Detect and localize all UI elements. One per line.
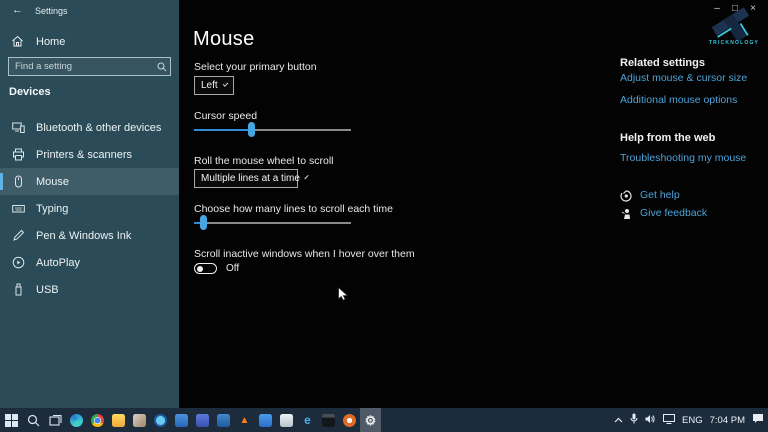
sidebar-item-bluetooth[interactable]: Bluetooth & other devices: [0, 114, 179, 141]
slider-fill: [194, 129, 251, 131]
wheel-scroll-value: Multiple lines at a time: [201, 173, 300, 184]
taskbar-icon-app-beige[interactable]: [129, 408, 150, 432]
lines-to-scroll-label: Choose how many lines to scroll each tim…: [194, 203, 394, 215]
sidebar-section-label: Devices: [9, 86, 51, 98]
taskbar: ▲ e ⚙ ENG 7:04 PM: [0, 408, 768, 432]
get-help-icon: [620, 189, 632, 202]
toggle-state-label: Off: [226, 263, 240, 274]
help-from-web-heading: Help from the web: [620, 132, 716, 144]
titlebar-left: ← Settings: [0, 0, 179, 26]
sidebar-item-autoplay[interactable]: AutoPlay: [0, 249, 179, 276]
sidebar-item-pen[interactable]: Pen & Windows Ink: [0, 222, 179, 249]
sidebar-item-label: USB: [36, 283, 59, 296]
inactive-scroll-label: Scroll inactive windows when I hover ove…: [194, 248, 415, 260]
primary-button-value: Left: [201, 80, 218, 91]
wheel-scroll-label: Roll the mouse wheel to scroll: [194, 155, 334, 167]
settings-main-panel: – □ × TRICKNOLOGY Mouse Select your prim…: [179, 0, 768, 408]
home-label: Home: [36, 36, 66, 48]
toggle-knob: [197, 265, 203, 272]
devices-icon: [12, 121, 25, 134]
screen: ← Settings Home Devices Bluetooth & othe…: [0, 0, 768, 432]
printer-icon: [12, 148, 25, 161]
page-title: Mouse: [193, 28, 255, 50]
taskbar-icon-notepad[interactable]: [276, 408, 297, 432]
microphone-icon[interactable]: [630, 411, 638, 429]
settings-sidebar: ← Settings Home Devices Bluetooth & othe…: [0, 0, 179, 408]
tray-chevron-up-icon[interactable]: [614, 411, 623, 429]
get-help-link[interactable]: Get help: [640, 189, 680, 201]
mouse-pointer-icon: [338, 286, 349, 306]
taskbar-icon-mail[interactable]: [171, 408, 192, 432]
primary-button-label: Select your primary button: [194, 61, 317, 73]
back-icon[interactable]: ←: [12, 4, 23, 16]
slider-track: [194, 222, 351, 224]
taskbar-icon-internet-explorer[interactable]: e: [297, 408, 318, 432]
sidebar-item-label: Typing: [36, 202, 69, 215]
language-indicator[interactable]: ENG: [682, 415, 703, 426]
sidebar-item-printers[interactable]: Printers & scanners: [0, 141, 179, 168]
sidebar-item-label: Mouse: [36, 175, 70, 188]
give-feedback-icon: [620, 207, 632, 219]
home-icon: [11, 35, 24, 53]
inactive-scroll-toggle[interactable]: [194, 263, 217, 274]
troubleshooting-mouse-link[interactable]: Troubleshooting my mouse: [620, 152, 746, 164]
taskbar-icon-vlc[interactable]: ▲: [234, 408, 255, 432]
taskbar-apps: ▲ e ⚙: [66, 408, 381, 432]
taskbar-icon-cmd[interactable]: [318, 408, 339, 432]
adjust-mouse-cursor-size-link[interactable]: Adjust mouse & cursor size: [620, 72, 747, 84]
cursor-speed-label: Cursor speed: [194, 110, 258, 122]
sidebar-item-home[interactable]: Home: [0, 32, 179, 54]
slider-thumb[interactable]: [200, 215, 208, 230]
notification-center-icon[interactable]: [752, 411, 764, 429]
sidebar-nav: Bluetooth & other devices Printers & sca…: [0, 114, 179, 303]
tricknology-brand-text: TRICKNOLOGY: [708, 40, 760, 46]
give-feedback-link[interactable]: Give feedback: [640, 207, 707, 219]
sidebar-item-label: Pen & Windows Ink: [36, 229, 132, 242]
related-settings-heading: Related settings: [620, 57, 705, 69]
sidebar-item-typing[interactable]: Typing: [0, 195, 179, 222]
window-title: Settings: [35, 6, 68, 16]
taskbar-icon-edge[interactable]: [66, 408, 87, 432]
network-icon[interactable]: [663, 411, 676, 429]
taskbar-icon-chrome[interactable]: [87, 408, 108, 432]
taskbar-icon-app-orange[interactable]: [339, 408, 360, 432]
taskbar-icon-movies-tv[interactable]: [192, 408, 213, 432]
taskbar-icon-photos[interactable]: [255, 408, 276, 432]
chevron-down-icon: [304, 174, 309, 180]
pen-icon: [12, 229, 25, 242]
sidebar-item-usb[interactable]: USB: [0, 276, 179, 303]
additional-mouse-options-link[interactable]: Additional mouse options: [620, 94, 737, 106]
primary-button-dropdown[interactable]: Left: [194, 76, 234, 95]
autoplay-icon: [12, 256, 25, 269]
start-button[interactable]: [0, 408, 22, 432]
clock[interactable]: 7:04 PM: [710, 415, 745, 426]
search-input[interactable]: [9, 58, 154, 75]
taskbar-search-icon[interactable]: [22, 408, 44, 432]
sidebar-item-label: Bluetooth & other devices: [36, 121, 162, 134]
search-box[interactable]: [8, 57, 171, 76]
wheel-scroll-dropdown[interactable]: Multiple lines at a time: [194, 169, 309, 188]
taskbar-icon-settings-gear[interactable]: ⚙: [360, 408, 381, 432]
keyboard-icon: [12, 202, 25, 215]
system-tray: ENG 7:04 PM: [614, 408, 764, 432]
taskbar-icon-powershell[interactable]: [213, 408, 234, 432]
task-view-icon[interactable]: [44, 408, 66, 432]
lines-to-scroll-slider[interactable]: [194, 215, 351, 230]
sidebar-item-mouse[interactable]: Mouse: [0, 168, 179, 195]
slider-thumb[interactable]: [247, 122, 255, 137]
usb-icon: [12, 283, 25, 296]
taskbar-icon-file-explorer[interactable]: [108, 408, 129, 432]
sidebar-item-label: AutoPlay: [36, 256, 81, 269]
taskbar-icon-skype[interactable]: [150, 408, 171, 432]
search-icon[interactable]: [154, 62, 170, 72]
selection-accent-bar: [0, 173, 3, 190]
mouse-icon: [12, 175, 25, 188]
speaker-icon[interactable]: [645, 411, 656, 429]
sidebar-item-label: Printers & scanners: [36, 148, 132, 161]
cursor-speed-slider[interactable]: [194, 122, 351, 137]
chevron-down-icon: [222, 81, 229, 88]
